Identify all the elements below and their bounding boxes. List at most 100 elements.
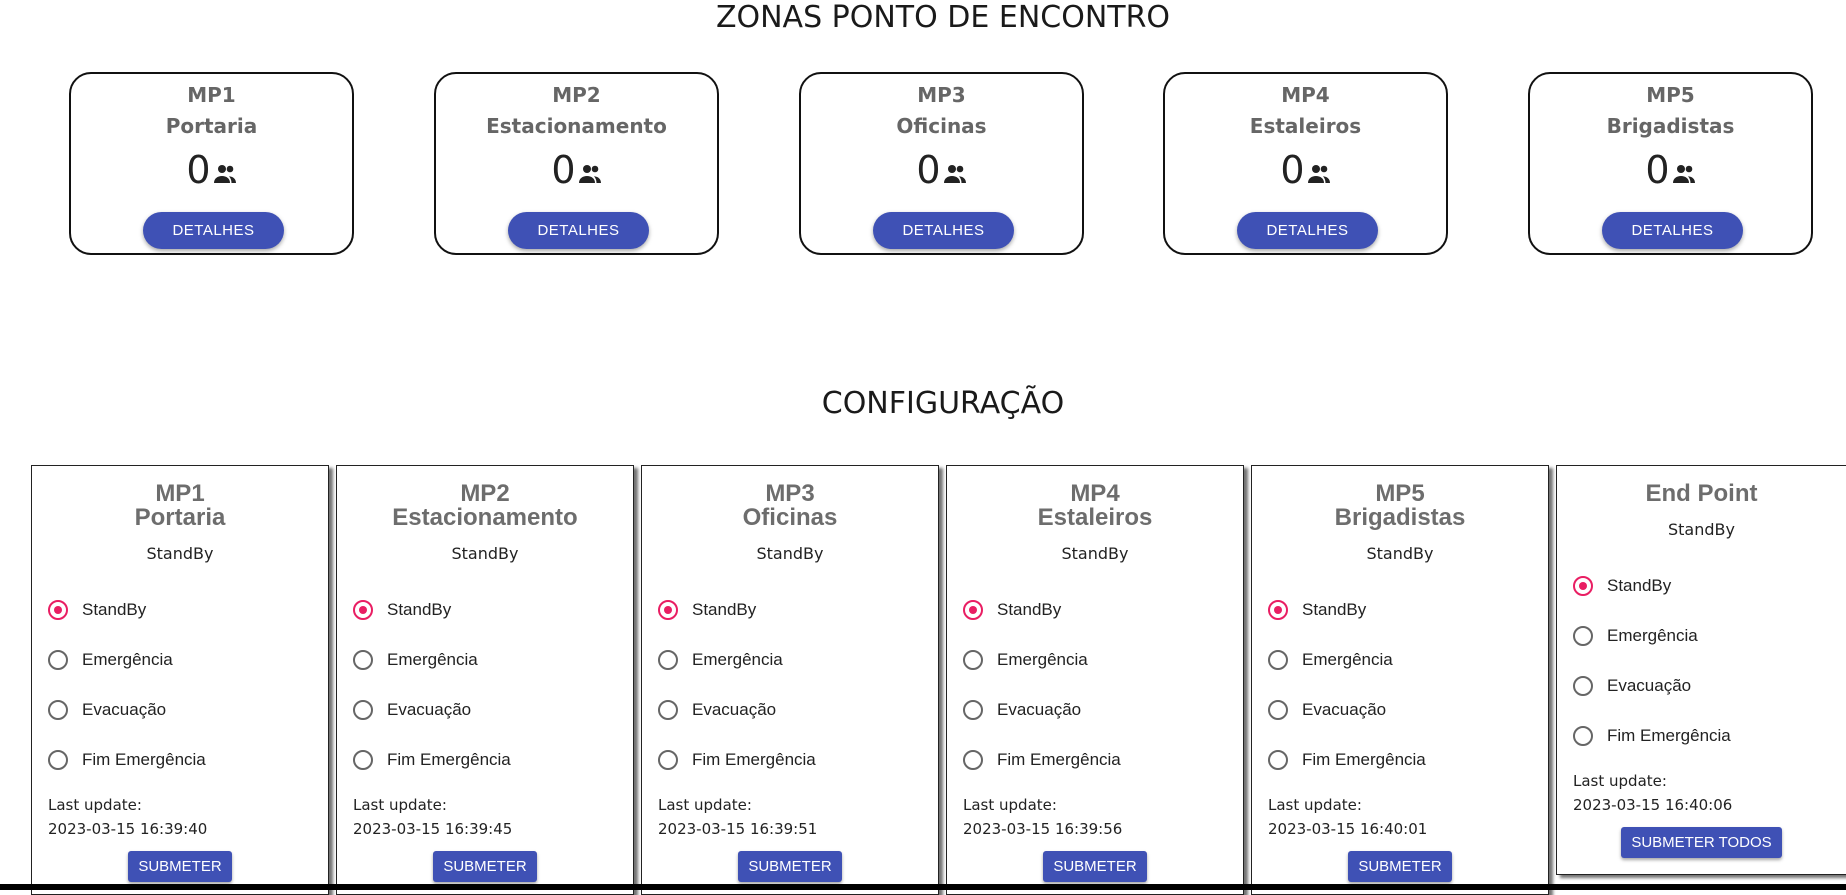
config-card-mp2: MP2 Estacionamento StandBy StandBy Emerg… [336,465,634,895]
radio-fim-emergencia[interactable]: Fim Emergência [1252,735,1548,785]
radio-fim-emergencia[interactable]: Fim Emergência [337,735,633,785]
detalhes-button[interactable]: DETALHES [1237,212,1378,249]
config-title: CONFIGURAÇÃO [821,386,1065,421]
config-card-name: Brigadistas [1334,504,1466,531]
radio-button-checked[interactable] [353,600,373,620]
radio-button[interactable] [658,700,678,720]
radio-standby[interactable]: StandBy [32,585,328,635]
submeter-button[interactable]: SUBMETER [1043,851,1147,882]
submeter-button[interactable]: SUBMETER [1348,851,1452,882]
radio-label: Fim Emergência [692,750,816,769]
zone-card-mp2: MP2 Estacionamento 0 DETALHES [434,72,719,255]
last-update-value: 2023-03-15 16:39:40 [48,820,208,838]
radio-evacuacao[interactable]: Evacuação [32,685,328,735]
radio-button[interactable] [48,750,68,770]
zone-card-mp3: MP3 Oficinas 0 DETALHES [799,72,1084,255]
radio-button-checked[interactable] [1573,576,1593,596]
zone-name: Estaleiros [1249,114,1362,138]
zone-name: Oficinas [896,114,987,138]
detalhes-button[interactable]: DETALHES [143,212,284,249]
radio-button[interactable] [658,750,678,770]
radio-label: StandBy [82,600,147,619]
config-card-status: StandBy [1366,544,1434,563]
radio-standby[interactable]: StandBy [337,585,633,635]
people-icon [578,165,601,183]
radio-standby[interactable]: StandBy [1252,585,1548,635]
radio-button[interactable] [353,700,373,720]
radio-button[interactable] [48,700,68,720]
radio-fim-emergencia[interactable]: Fim Emergência [1557,711,1846,761]
radio-button[interactable] [1573,726,1593,746]
people-icon [1672,165,1695,183]
zone-card-mp1: MP1 Portaria 0 DETALHES [69,72,354,255]
radio-emergencia[interactable]: Emergência [642,635,938,685]
radio-emergencia[interactable]: Emergência [947,635,1243,685]
radio-button-checked[interactable] [658,600,678,620]
radio-button[interactable] [48,650,68,670]
radio-label: Evacuação [387,700,472,719]
submeter-button[interactable]: SUBMETER [433,851,537,882]
radio-button[interactable] [1573,626,1593,646]
zone-code: MP4 [1281,83,1330,107]
radio-button[interactable] [963,700,983,720]
last-update-label: Last update: [1573,772,1667,790]
last-update-label: Last update: [353,796,447,814]
radio-button[interactable] [353,650,373,670]
radio-standby[interactable]: StandBy [947,585,1243,635]
radio-button[interactable] [1268,700,1288,720]
radio-fim-emergencia[interactable]: Fim Emergência [947,735,1243,785]
radio-evacuacao[interactable]: Evacuação [1252,685,1548,735]
zone-count: 0 [186,148,211,192]
radio-button[interactable] [353,750,373,770]
submeter-todos-button[interactable]: SUBMETER TODOS [1621,827,1782,858]
radio-standby[interactable]: StandBy [642,585,938,635]
config-card-name: Oficinas [742,504,838,531]
submeter-button[interactable]: SUBMETER [738,851,842,882]
radio-button[interactable] [1268,750,1288,770]
zones-row: MP1 Portaria 0 DETALHES MP2 Estacionamen… [0,72,1846,258]
zone-code: MP5 [1646,83,1695,107]
config-card-mp3: MP3 Oficinas StandBy StandBy Emergência … [641,465,939,895]
radio-button[interactable] [1268,650,1288,670]
submeter-button[interactable]: SUBMETER [128,851,232,882]
radio-button[interactable] [658,650,678,670]
radio-emergencia[interactable]: Emergência [32,635,328,685]
radio-evacuacao[interactable]: Evacuação [1557,661,1846,711]
radio-emergencia[interactable]: Emergência [337,635,633,685]
radio-label: Fim Emergência [1302,750,1426,769]
zone-card-mp5: MP5 Brigadistas 0 DETALHES [1528,72,1813,255]
radio-label: Emergência [692,650,783,669]
radio-button-checked[interactable] [48,600,68,620]
radio-fim-emergencia[interactable]: Fim Emergência [642,735,938,785]
people-icon [213,165,236,183]
config-card-name: Portaria [134,504,226,531]
radio-button[interactable] [963,750,983,770]
detalhes-button[interactable]: DETALHES [873,212,1014,249]
last-update-value: 2023-03-15 16:39:51 [658,820,818,838]
radio-button[interactable] [963,650,983,670]
config-card-code: MP1 [155,480,205,507]
people-icon [943,165,966,183]
radio-button-checked[interactable] [963,600,983,620]
zone-code: MP3 [917,83,966,107]
radio-label: Emergência [1302,650,1393,669]
last-update-label: Last update: [963,796,1057,814]
radio-emergencia[interactable]: Emergência [1557,611,1846,661]
radio-emergencia[interactable]: Emergência [1252,635,1548,685]
radio-evacuacao[interactable]: Evacuação [642,685,938,735]
radio-evacuacao[interactable]: Evacuação [337,685,633,735]
radio-fim-emergencia[interactable]: Fim Emergência [32,735,328,785]
radio-button[interactable] [1573,676,1593,696]
config-card-mp1: MP1 Portaria StandBy StandBy Emergência … [31,465,329,895]
last-update-label: Last update: [658,796,752,814]
radio-standby[interactable]: StandBy [1557,561,1846,611]
radio-button-checked[interactable] [1268,600,1288,620]
endpoint-title: End Point [1645,480,1758,507]
config-card-code: MP3 [765,480,815,507]
detalhes-button[interactable]: DETALHES [508,212,649,249]
config-card-mp4: MP4 Estaleiros StandBy StandBy Emergênci… [946,465,1244,895]
radio-evacuacao[interactable]: Evacuação [947,685,1243,735]
people-icon [1307,165,1330,183]
detalhes-button[interactable]: DETALHES [1602,212,1743,249]
zone-name: Brigadistas [1606,114,1735,138]
